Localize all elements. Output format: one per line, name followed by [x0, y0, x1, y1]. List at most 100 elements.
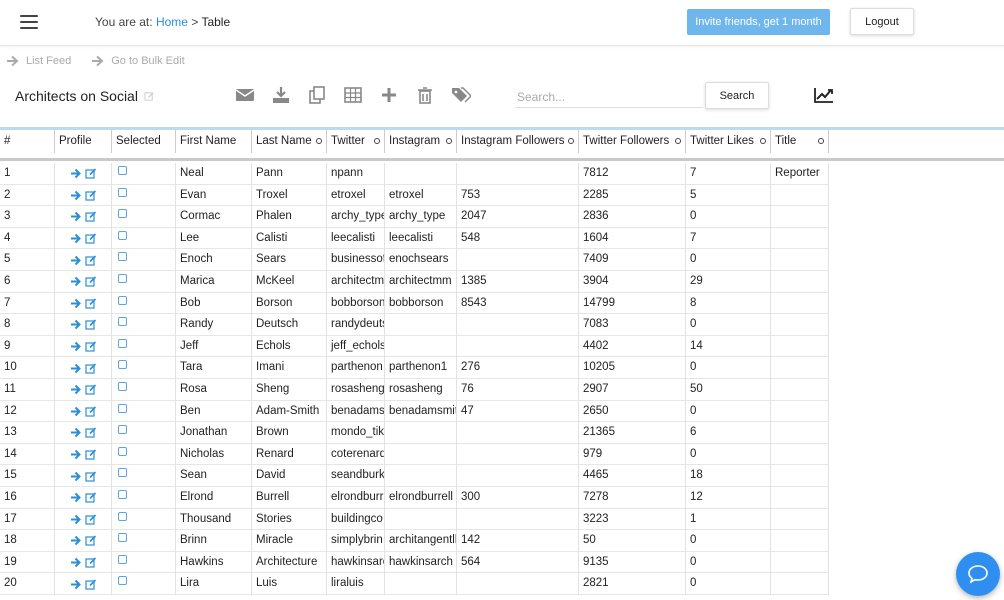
row-select-checkbox[interactable]	[118, 317, 127, 327]
open-profile-arrow-icon[interactable]	[70, 492, 82, 503]
open-profile-arrow-icon[interactable]	[70, 211, 82, 222]
table-row[interactable]: 15 Sean David seandburk 4465 18	[0, 465, 829, 487]
col-last-name-header[interactable]: Last Name	[252, 130, 327, 153]
edit-row-icon[interactable]	[84, 514, 97, 525]
open-profile-arrow-icon[interactable]	[70, 449, 82, 460]
col-title-header[interactable]: Title	[771, 130, 829, 153]
bulk-edit-link[interactable]: Go to Bulk Edit	[91, 54, 185, 68]
open-profile-arrow-icon[interactable]	[70, 298, 82, 309]
row-select-checkbox[interactable]	[118, 554, 127, 564]
col-index-header[interactable]: #	[0, 130, 55, 153]
search-button[interactable]: Search	[705, 82, 769, 109]
edit-row-icon[interactable]	[84, 298, 97, 309]
edit-row-icon[interactable]	[84, 363, 97, 374]
table-row[interactable]: 7 Bob Borson bobborson bobborson 8543 14799 8	[0, 292, 829, 315]
edit-row-icon[interactable]	[84, 276, 97, 287]
invite-friends-button[interactable]: Invite friends, get 1 month	[687, 9, 830, 35]
col-instagram-header[interactable]: Instagram	[385, 130, 457, 153]
table-row[interactable]: 14 Nicholas Renard coterenard 979 0	[0, 443, 829, 466]
row-select-checkbox[interactable]	[118, 446, 127, 456]
edit-row-icon[interactable]	[84, 557, 97, 568]
open-profile-arrow-icon[interactable]	[70, 384, 82, 395]
row-select-checkbox[interactable]	[118, 209, 127, 219]
sort-icon[interactable]	[316, 138, 322, 144]
open-profile-arrow-icon[interactable]	[70, 168, 82, 179]
trash-icon[interactable]	[414, 85, 436, 105]
open-profile-arrow-icon[interactable]	[70, 255, 82, 266]
table-row[interactable]: 11 Rosa Sheng rosasheng rosasheng 76 2907 50	[0, 378, 829, 401]
plus-icon[interactable]	[378, 85, 400, 105]
edit-row-icon[interactable]	[84, 384, 97, 395]
edit-row-icon[interactable]	[84, 492, 97, 503]
table-row[interactable]: 2 Evan Troxel etroxel etroxel 753 2285 5	[0, 184, 829, 207]
row-select-checkbox[interactable]	[118, 425, 127, 435]
edit-row-icon[interactable]	[84, 319, 97, 331]
edit-icon[interactable]	[144, 91, 155, 102]
sort-icon[interactable]	[760, 138, 766, 144]
table-row[interactable]: 4 Lee Calisti leecalisti leecalisti 548 1604 7	[0, 227, 829, 250]
open-profile-arrow-icon[interactable]	[70, 276, 82, 287]
open-profile-arrow-icon[interactable]	[70, 363, 82, 374]
table-row[interactable]: 13 Jonathan Brown mondo_tik 21365 6	[0, 422, 829, 444]
edit-row-icon[interactable]	[84, 535, 97, 546]
sort-icon[interactable]	[675, 138, 681, 144]
open-profile-arrow-icon[interactable]	[70, 514, 82, 525]
row-select-checkbox[interactable]	[118, 252, 127, 262]
tags-icon[interactable]	[450, 85, 472, 105]
open-profile-arrow-icon[interactable]	[70, 190, 82, 201]
download-icon[interactable]	[270, 85, 292, 105]
edit-row-icon[interactable]	[84, 190, 97, 201]
logout-button[interactable]: Logout	[850, 8, 914, 35]
row-select-checkbox[interactable]	[118, 338, 127, 348]
open-profile-arrow-icon[interactable]	[70, 557, 82, 568]
row-select-checkbox[interactable]	[118, 187, 127, 197]
sort-icon[interactable]	[374, 138, 380, 144]
col-profile-header[interactable]: Profile	[55, 130, 112, 153]
open-profile-arrow-icon[interactable]	[70, 471, 82, 482]
row-select-checkbox[interactable]	[118, 360, 127, 370]
table-row[interactable]: 1 Neal Pann npann 7812 7 Reporter	[0, 163, 829, 185]
table-row[interactable]: 10 Tara Imani parthenon parthenon1 276 10205 0	[0, 357, 829, 379]
row-select-checkbox[interactable]	[118, 468, 127, 478]
row-select-checkbox[interactable]	[118, 381, 127, 391]
sort-icon[interactable]	[568, 138, 574, 144]
table-row[interactable]: 8 Randy Deutsch randydeuts 7083 0	[0, 314, 829, 336]
col-first-name-header[interactable]: First Name	[176, 130, 252, 153]
edit-row-icon[interactable]	[84, 341, 97, 352]
sort-icon[interactable]	[818, 138, 824, 144]
list-feed-link[interactable]: List Feed	[6, 54, 71, 68]
row-select-checkbox[interactable]	[118, 403, 127, 413]
open-profile-arrow-icon[interactable]	[70, 406, 82, 417]
row-select-checkbox[interactable]	[118, 489, 127, 499]
col-twitter-followers-header[interactable]: Twitter Followers	[579, 130, 686, 153]
open-profile-arrow-icon[interactable]	[70, 427, 82, 438]
edit-row-icon[interactable]	[84, 471, 97, 482]
col-selected-header[interactable]: Selected	[112, 130, 176, 153]
table-row[interactable]: 3 Cormac Phalen archy_type archy_type 2047 283…	[0, 206, 829, 228]
row-select-checkbox[interactable]	[118, 230, 127, 240]
hamburger-menu-icon[interactable]	[20, 15, 38, 29]
line-chart-icon[interactable]	[813, 86, 835, 104]
table-row[interactable]: 9 Jeff Echols jeff_echols 4402 14	[0, 335, 829, 358]
sort-icon[interactable]	[446, 138, 452, 144]
edit-row-icon[interactable]	[84, 406, 97, 417]
edit-row-icon[interactable]	[84, 427, 97, 439]
row-select-checkbox[interactable]	[118, 511, 127, 521]
col-instagram-followers-header[interactable]: Instagram Followers	[457, 130, 579, 153]
table-row[interactable]: 17 Thousand Stories buildingco 3223 1	[0, 508, 829, 531]
envelope-icon[interactable]	[234, 85, 256, 105]
col-twitter-header[interactable]: Twitter	[327, 130, 385, 153]
open-profile-arrow-icon[interactable]	[70, 341, 82, 352]
table-row[interactable]: 6 Marica McKeel architectm architectmm 1385 39…	[0, 270, 829, 293]
open-profile-arrow-icon[interactable]	[70, 579, 82, 590]
edit-row-icon[interactable]	[84, 211, 97, 223]
open-profile-arrow-icon[interactable]	[70, 535, 82, 546]
table-row[interactable]: 20 Lira Luis liraluis 2821 0	[0, 573, 829, 595]
edit-row-icon[interactable]	[84, 168, 97, 179]
row-select-checkbox[interactable]	[118, 295, 127, 305]
col-twitter-likes-header[interactable]: Twitter Likes	[686, 130, 771, 153]
table-row[interactable]: 16 Elrond Burrell elrondburr elrondburrell 30…	[0, 486, 829, 509]
breadcrumb-home-link[interactable]: Home	[156, 15, 188, 29]
row-select-checkbox[interactable]	[118, 533, 127, 543]
table-row[interactable]: 12 Ben Adam-Smith benadams benadamsmit 47 2650…	[0, 400, 829, 423]
